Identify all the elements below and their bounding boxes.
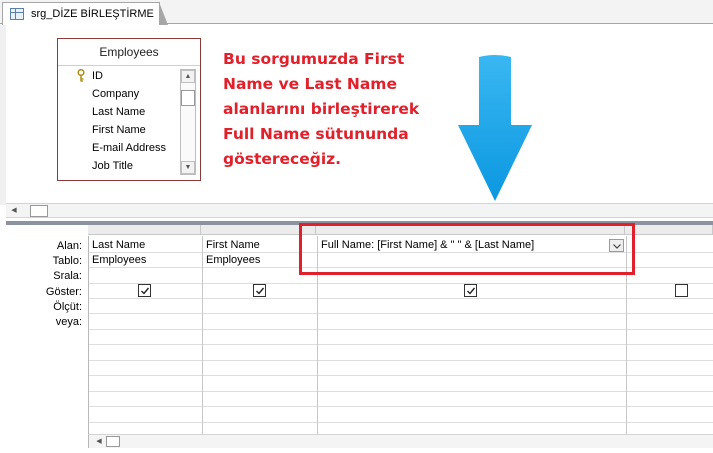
field-name: Job Title	[92, 160, 133, 172]
field-name: Company	[92, 88, 140, 100]
checkmark-icon	[467, 287, 476, 295]
field-name: E-mail Address	[92, 142, 166, 154]
field-list-items: ID Company Last Name First Name E-mail A…	[58, 67, 180, 175]
annotation-text: Bu sorgumuzda First Name ve Last Name al…	[223, 50, 420, 168]
down-arrow-icon	[458, 55, 532, 201]
scroll-left-icon[interactable]: ◀	[8, 205, 20, 217]
field-name: First Name	[92, 124, 146, 136]
grid-row-line	[89, 406, 713, 407]
grid-row-line	[89, 283, 713, 284]
employees-field-list[interactable]: Employees ID Company Last Name First Nam…	[57, 38, 201, 181]
row-label-table: Tablo:	[52, 255, 82, 267]
row-label-criteria: Ölçüt:	[53, 301, 82, 313]
show-checkbox-empty[interactable]	[675, 284, 688, 297]
column-selector[interactable]	[625, 225, 713, 235]
column-selector[interactable]	[88, 225, 201, 235]
field-list-scrollbar[interactable]: ▲ ▼	[180, 69, 196, 175]
show-checkbox-full-name[interactable]	[464, 284, 477, 297]
row-label-show: Göster:	[45, 286, 82, 298]
query-tab[interactable]: srg_DİZE BİRLEŞTİRME	[2, 2, 168, 25]
table-cell-employees[interactable]: Employees	[89, 253, 202, 268]
scroll-thumb[interactable]	[30, 205, 48, 217]
grid-row-line	[89, 329, 713, 330]
grid-row-line	[89, 375, 713, 376]
show-checkbox-first-name[interactable]	[253, 284, 266, 297]
scroll-down-icon[interactable]: ▼	[181, 161, 195, 174]
field-list-title[interactable]: Employees	[58, 39, 200, 66]
field-cell-last-name[interactable]: Last Name	[89, 238, 202, 253]
scroll-thumb[interactable]	[181, 90, 195, 106]
document-tab-strip: srg_DİZE BİRLEŞTİRME	[0, 0, 713, 25]
checkmark-icon	[256, 287, 265, 295]
row-label-or: veya:	[55, 316, 82, 328]
field-cell-empty[interactable]	[627, 238, 713, 253]
design-grid-hscrollbar[interactable]: ◀	[88, 434, 713, 448]
scroll-left-icon[interactable]: ◀	[93, 436, 105, 447]
field-item-id[interactable]: ID	[58, 67, 180, 85]
field-name: Last Name	[92, 106, 146, 118]
field-item-last-name[interactable]: Last Name	[58, 103, 180, 121]
field-item-job-title[interactable]: Job Title	[58, 157, 180, 175]
query-tab-label: srg_DİZE BİRLEŞTİRME	[31, 8, 154, 20]
row-label-sort: Srala:	[53, 270, 82, 282]
field-item-email[interactable]: E-mail Address	[58, 139, 180, 157]
field-name: ID	[92, 70, 103, 82]
highlight-box	[299, 223, 635, 275]
field-item-first-name[interactable]: First Name	[58, 121, 180, 139]
row-label-field: Alan:	[56, 240, 82, 252]
query-icon	[10, 8, 24, 20]
field-item-company[interactable]: Company	[58, 85, 180, 103]
table-pane-hscrollbar[interactable]: ◀	[6, 203, 713, 218]
grid-row-line	[89, 344, 713, 345]
row-header-column: Alan: Tablo: Srala: Göster: Ölçüt: veya:	[6, 225, 86, 453]
scroll-thumb[interactable]	[106, 436, 120, 447]
grid-row-line	[89, 360, 713, 361]
grid-row-line	[89, 298, 713, 299]
grid-row-line	[89, 422, 713, 423]
grid-row-line	[89, 313, 713, 314]
checkmark-icon	[141, 287, 150, 295]
grid-row-line	[89, 391, 713, 392]
key-icon	[77, 69, 85, 82]
show-checkbox-last-name[interactable]	[138, 284, 151, 297]
scroll-up-icon[interactable]: ▲	[181, 70, 195, 83]
